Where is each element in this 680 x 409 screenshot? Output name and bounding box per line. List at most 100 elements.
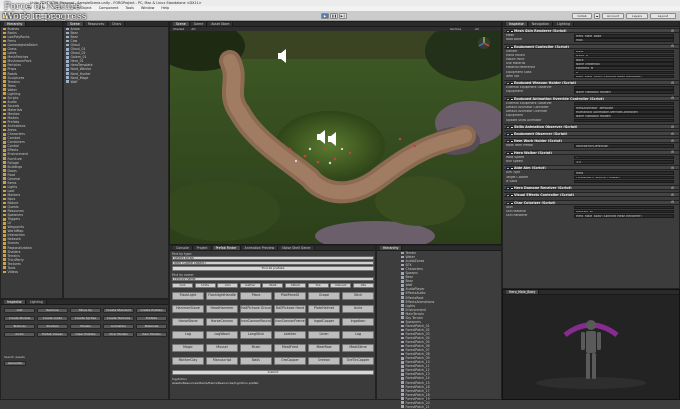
filter-chip[interactable]: Gather xyxy=(239,283,261,289)
filter-chip[interactable]: Idle xyxy=(352,283,374,289)
field-value[interactable] xyxy=(574,101,674,106)
menu-tools[interactable]: Tools xyxy=(126,6,134,10)
tool-button[interactable]: Clear Prefabs xyxy=(70,332,101,338)
prefab-button[interactable]: LogWood xyxy=(206,331,238,339)
prefab-button[interactable]: MotherClay xyxy=(172,357,204,365)
prefab-button[interactable]: OreIron xyxy=(308,357,340,365)
tab-inspector-bottom[interactable]: Inspector xyxy=(4,300,26,304)
field-value[interactable]: Hand_R xyxy=(574,53,674,58)
find-all-prefabs-button[interactable]: Find all prefabs xyxy=(172,266,374,272)
gear-icon[interactable]: ⚙ xyxy=(671,29,674,33)
prefab-button[interactable]: MeatSlime xyxy=(342,344,374,352)
prefab-button[interactable]: Grape xyxy=(308,292,340,300)
menu-help[interactable]: Help xyxy=(161,6,169,10)
component-header[interactable]: Item Work Holder (Script) xyxy=(504,138,679,144)
tab-project[interactable]: Project xyxy=(193,246,212,250)
field-value[interactable]: Character (Capsule Collider) xyxy=(574,175,674,180)
gear-icon[interactable]: ⚙ xyxy=(671,96,674,100)
character-preview[interactable] xyxy=(503,295,679,399)
layers-dropdown[interactable]: Layers xyxy=(626,13,648,19)
tool-button[interactable]: Animation xyxy=(103,324,134,330)
field-value[interactable] xyxy=(574,205,674,210)
field-value[interactable]: WorkbenchDefinition xyxy=(574,144,674,148)
component-header[interactable]: Mesh Skin Renderer (Script) xyxy=(504,28,679,33)
tool-button[interactable]: Textures xyxy=(4,324,35,330)
prefab-button[interactable]: Log xyxy=(342,331,374,339)
tool-button[interactable]: Char Models xyxy=(103,332,134,338)
component-header[interactable]: Skills Animation Observer (Script) xyxy=(504,124,679,129)
component-header[interactable]: Visual Effects Controller (Script) xyxy=(504,192,679,198)
prefab-button[interactable]: HallPickaxe Hand xyxy=(274,305,306,313)
tool-button[interactable]: Shaders xyxy=(37,324,68,330)
field-value[interactable]: Back xyxy=(574,58,674,62)
prefab-button[interactable]: MeatRaw xyxy=(308,344,340,352)
cloud-icon[interactable]: ☁ xyxy=(594,13,600,19)
prefab-button[interactable]: IngotCopper xyxy=(308,318,340,326)
menu-component[interactable]: Component xyxy=(99,6,119,10)
find-by-name-field[interactable]: Find by name xyxy=(172,277,374,282)
account-dropdown[interactable]: Account xyxy=(602,13,624,19)
step-button[interactable]: ▶❙ xyxy=(339,13,347,19)
prefab-button[interactable]: Stick xyxy=(342,292,374,300)
tool-button[interactable]: Audio xyxy=(4,332,35,338)
gear-icon[interactable]: ⚙ xyxy=(671,125,674,129)
prefab-button[interactable]: HorseStone xyxy=(172,318,204,326)
asset-item[interactable]: Wolf xyxy=(64,80,168,84)
prefab-button[interactable]: FlashLight xyxy=(172,292,204,300)
prefab-button[interactable]: Log xyxy=(172,331,204,339)
filter-chip[interactable]: Units xyxy=(194,283,216,289)
prefab-button[interactable]: Magic xyxy=(172,344,204,352)
select-script-field[interactable]: Select script xyxy=(172,256,374,261)
prefab-button[interactable]: HallPickaxe Ground xyxy=(240,305,272,313)
gear-icon[interactable]: ⚙ xyxy=(671,81,674,85)
prefab-button[interactable]: Linen xyxy=(308,331,340,339)
gear-icon[interactable]: ⚙ xyxy=(671,150,674,154)
field-value[interactable]: 1 xyxy=(574,155,674,160)
scene-viewport[interactable] xyxy=(170,31,501,244)
prefab-button[interactable]: Nails xyxy=(240,357,272,365)
field-value[interactable] xyxy=(574,179,674,184)
gear-icon[interactable]: ⚙ xyxy=(671,186,674,190)
tool-button[interactable]: Create Audio xyxy=(37,316,68,322)
play-button[interactable]: ▶ xyxy=(321,13,329,19)
tool-button[interactable]: Remove xyxy=(37,308,68,314)
field-value[interactable]: Hero_Male_Body (Skinned Mesh Renderer) xyxy=(574,214,674,218)
prefab-button[interactable]: IronCannonRound xyxy=(240,318,272,326)
submit-button[interactable]: Submit xyxy=(172,370,374,376)
prefab-button[interactable]: IronCannonFrame xyxy=(274,318,306,326)
component-header[interactable]: Char Colorizer (Script) xyxy=(504,199,679,205)
field-value[interactable]: 3.5 xyxy=(574,160,674,164)
tab-noise-shell[interactable]: Noise Shell Gener xyxy=(279,246,315,250)
prefab-button[interactable]: MeatFried xyxy=(274,344,306,352)
tool-button[interactable]: Prefabs xyxy=(136,316,167,322)
filter-chip[interactable]: Die xyxy=(307,283,329,289)
prefab-button[interactable]: PilotPanelG xyxy=(274,292,306,300)
field-value[interactable]: None (Weapon Holder) xyxy=(574,90,674,94)
field-value[interactable]: HeroAnimator_Template xyxy=(574,106,674,110)
prefab-button[interactable]: LongStick xyxy=(240,331,272,339)
tab-console[interactable]: Console xyxy=(173,246,193,250)
component-header[interactable]: Equipment Observer (Script) xyxy=(504,131,679,137)
item-type-field[interactable]: Item (Game Object) xyxy=(172,261,374,266)
field-value[interactable]: Male xyxy=(574,49,674,54)
prefab-button[interactable]: Place xyxy=(240,292,272,300)
prefab-button[interactable]: Mussel xyxy=(206,344,238,352)
filter-chip[interactable]: Walk xyxy=(262,283,284,289)
tool-button[interactable]: Materials xyxy=(136,324,167,330)
prefab-button[interactable]: FlashlightHandle xyxy=(206,292,238,300)
tool-button[interactable]: Move Up xyxy=(70,308,101,314)
tab-prefab-finder[interactable]: Prefab Finder xyxy=(212,246,241,250)
folder-item[interactable]: Videos xyxy=(1,270,62,274)
hierarchy-item[interactable]: ForestPatch_21 xyxy=(399,405,501,409)
pause-button[interactable]: ❚❚ xyxy=(330,13,338,19)
gear-icon[interactable]: ⚙ xyxy=(671,193,674,197)
collab-button[interactable]: Collab xyxy=(572,13,592,19)
tool-button[interactable]: Create Textures xyxy=(103,316,134,322)
layout-dropdown[interactable]: Layout xyxy=(650,13,676,19)
field-value[interactable]: 8 xyxy=(574,70,674,75)
tool-button[interactable]: Create Sprites xyxy=(70,316,101,322)
field-value[interactable]: None (Material) xyxy=(574,62,674,66)
prefab-button[interactable]: Mush xyxy=(240,344,272,352)
prefab-button[interactable]: Leather xyxy=(274,331,306,339)
field-value[interactable]: Humanoid (AnimatorOverrideController) xyxy=(574,110,674,114)
